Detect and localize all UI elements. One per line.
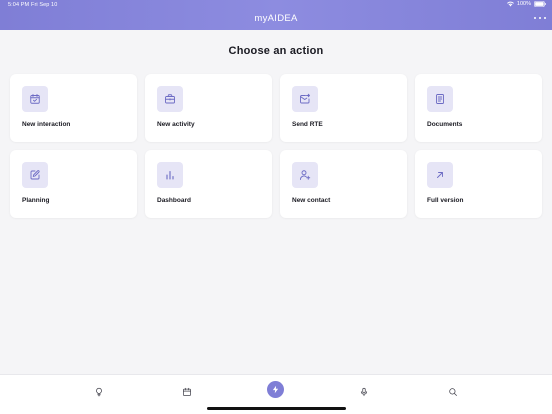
tab-voice[interactable] xyxy=(354,382,374,402)
microphone-icon xyxy=(359,387,369,397)
wifi-icon xyxy=(507,1,514,7)
edit-square-icon xyxy=(22,162,48,188)
tab-search[interactable] xyxy=(443,382,463,402)
tab-ideas[interactable] xyxy=(89,382,109,402)
action-card-dashboard[interactable]: Dashboard xyxy=(145,150,272,218)
page-title: Choose an action xyxy=(228,45,324,57)
action-grid: New interaction New activity Send RTE Do… xyxy=(10,74,542,218)
app-header: 5:04 PM Fri Sep 10 100% myAIDEA xyxy=(0,0,552,30)
action-card-label: Send RTE xyxy=(292,121,323,128)
action-card-label: New interaction xyxy=(22,121,71,128)
action-card-documents[interactable]: Documents xyxy=(415,74,542,142)
battery-percent: 100% xyxy=(516,1,531,7)
action-card-new-interaction[interactable]: New interaction xyxy=(10,74,137,142)
status-indicators: 100% xyxy=(507,1,546,7)
more-dot-icon xyxy=(534,16,537,20)
document-icon xyxy=(427,86,453,112)
tab-actions[interactable] xyxy=(267,381,284,398)
status-date: Fri Sep 10 xyxy=(31,2,58,8)
mail-send-icon xyxy=(292,86,318,112)
action-card-full-version[interactable]: Full version xyxy=(415,150,542,218)
more-options-button[interactable] xyxy=(534,14,546,22)
calendar-check-icon xyxy=(22,86,48,112)
action-card-label: Dashboard xyxy=(157,197,191,204)
action-card-send-rte[interactable]: Send RTE xyxy=(280,74,407,142)
action-card-planning[interactable]: Planning xyxy=(10,150,137,218)
action-card-new-contact[interactable]: New contact xyxy=(280,150,407,218)
action-card-label: Full version xyxy=(427,197,464,204)
lightning-icon xyxy=(271,385,280,394)
action-card-label: Documents xyxy=(427,121,463,128)
app-title: myAIDEA xyxy=(254,13,298,24)
status-time: 5:04 PM xyxy=(8,2,30,8)
bar-chart-icon xyxy=(157,162,183,188)
search-icon xyxy=(448,387,458,397)
arrow-up-right-icon xyxy=(427,162,453,188)
home-indicator xyxy=(207,407,346,410)
briefcase-icon xyxy=(157,86,183,112)
tab-calendar[interactable] xyxy=(177,382,197,402)
action-card-new-activity[interactable]: New activity xyxy=(145,74,272,142)
lightbulb-icon xyxy=(94,387,104,397)
action-card-label: New contact xyxy=(292,197,331,204)
more-dot-icon xyxy=(543,16,546,20)
action-card-label: Planning xyxy=(22,197,50,204)
action-card-label: New activity xyxy=(157,121,195,128)
add-user-icon xyxy=(292,162,318,188)
calendar-icon xyxy=(182,387,192,397)
more-dot-icon xyxy=(538,16,542,20)
battery-icon xyxy=(534,1,546,7)
